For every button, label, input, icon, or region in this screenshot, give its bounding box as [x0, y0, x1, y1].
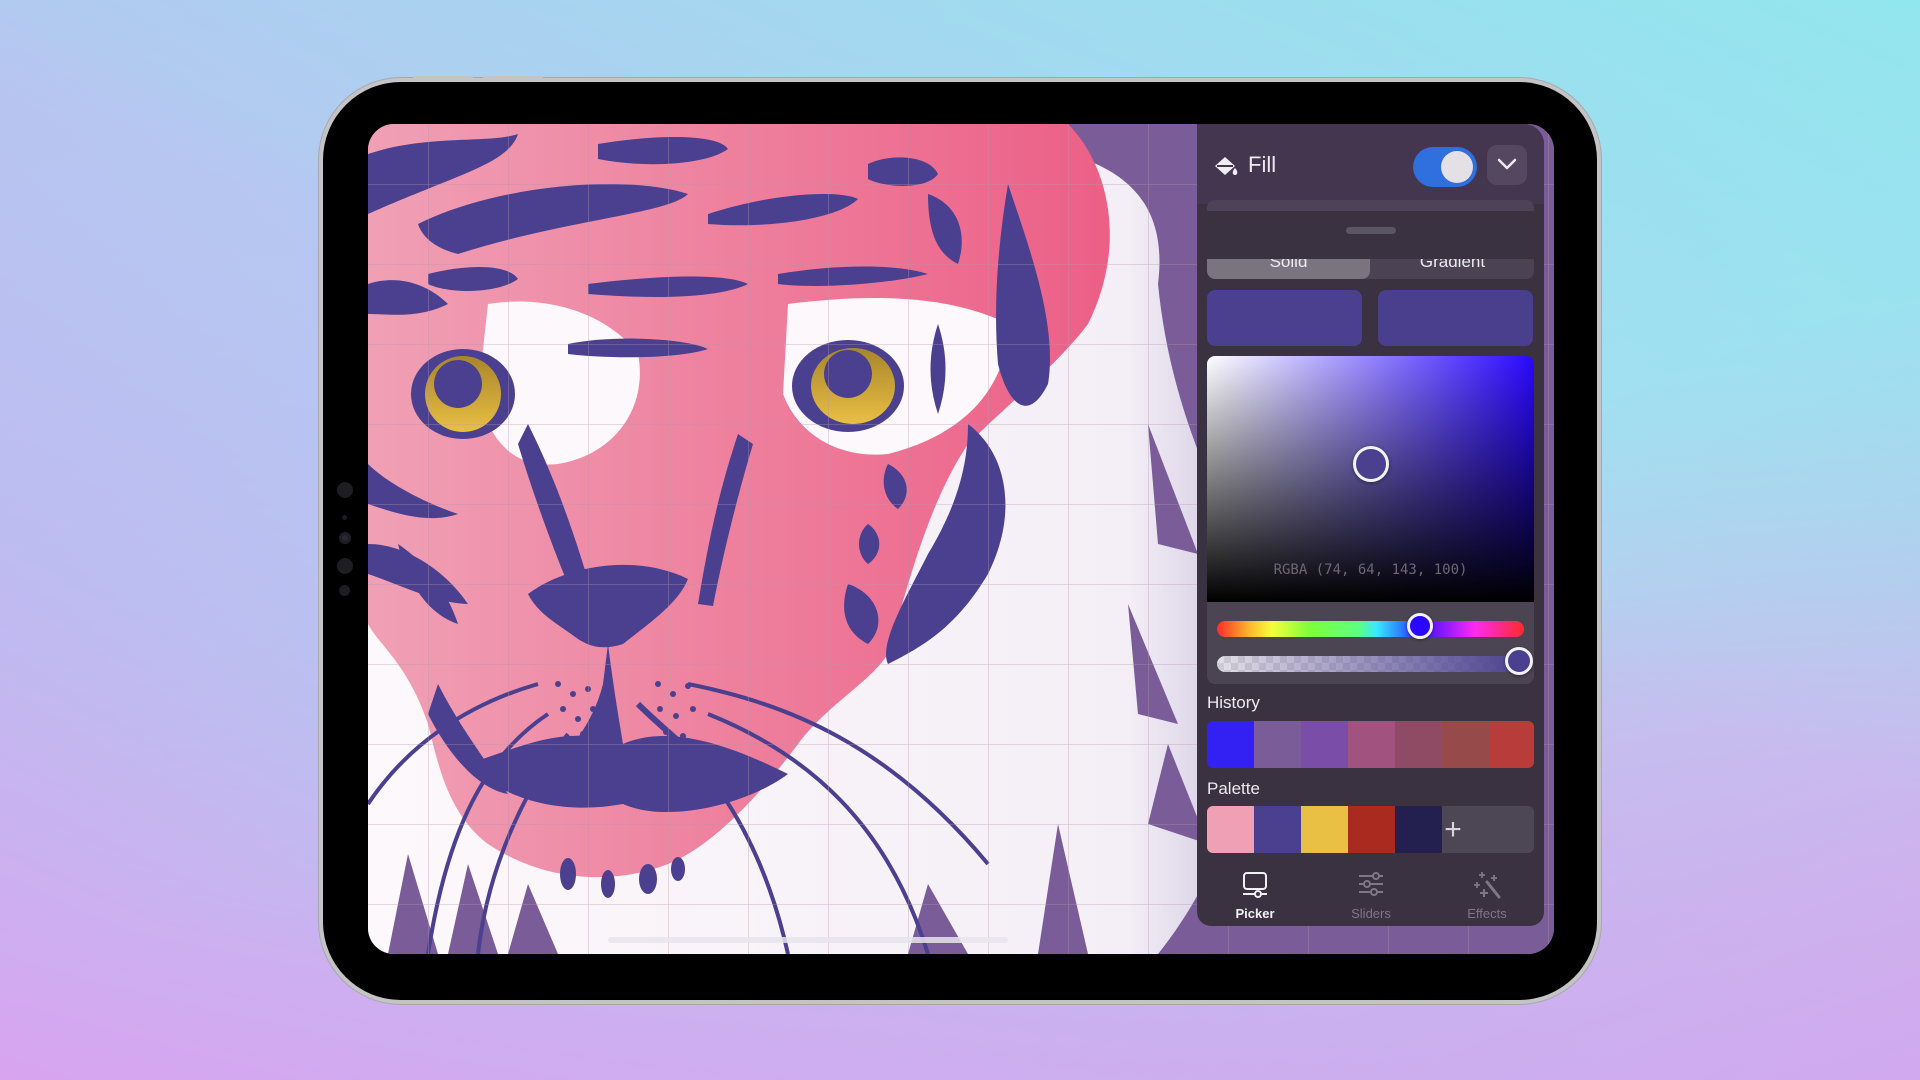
volume-down-button [483, 76, 543, 81]
palette-label: Palette [1207, 779, 1260, 798]
chevron-down-icon [1497, 158, 1517, 170]
palette-swatches: + [1207, 806, 1534, 853]
fill-panel-title: Fill [1248, 152, 1277, 177]
tab-sliders[interactable]: Sliders [1313, 864, 1429, 926]
tab-effects[interactable]: Effects [1429, 864, 1545, 926]
segment-solid[interactable]: Solid [1207, 259, 1370, 279]
history-swatch[interactable] [1301, 721, 1348, 768]
hue-slider[interactable] [1217, 621, 1524, 637]
toggle-knob [1441, 151, 1473, 183]
history-swatch[interactable] [1395, 721, 1442, 768]
palette-swatch[interactable] [1207, 806, 1254, 853]
previous-color-swatch[interactable] [1378, 290, 1533, 346]
ambient-sensor-icon [339, 585, 350, 596]
picker-icon [1243, 872, 1267, 898]
palette-swatch[interactable] [1254, 806, 1301, 853]
tab-effects-label: Effects [1467, 906, 1507, 921]
color-picker-handle[interactable] [1352, 446, 1389, 483]
palette-swatch[interactable] [1395, 806, 1442, 853]
hue-slider-thumb[interactable] [1406, 613, 1433, 639]
history-swatch[interactable] [1442, 721, 1489, 768]
palette-swatch[interactable] [1301, 806, 1348, 853]
panel-bottom-tabs: Picker Sliders Effects [1197, 864, 1544, 926]
camera-sensor-icon [337, 482, 353, 498]
plus-icon: + [1444, 813, 1462, 846]
add-palette-color-button[interactable]: + [1442, 806, 1534, 853]
fill-type-segmented-control: Solid Gradient [1207, 259, 1534, 279]
tab-sliders-label: Sliders [1351, 906, 1391, 921]
tablet-screen: Fill Solid Gradient RGBA (74, 64, 143, 1… [368, 124, 1554, 954]
home-indicator[interactable] [608, 937, 1008, 943]
panel-options-dropdown-button[interactable] [1487, 145, 1527, 185]
sliders-icon [1359, 872, 1383, 896]
saturation-brightness-picker[interactable]: RGBA (74, 64, 143, 100) [1207, 356, 1534, 602]
history-swatch[interactable] [1254, 721, 1301, 768]
tab-picker[interactable]: Picker [1197, 864, 1313, 926]
tab-picker-label: Picker [1235, 906, 1275, 921]
rgba-readout: RGBA (74, 64, 143, 100) [1273, 562, 1468, 578]
palette-swatch[interactable] [1348, 806, 1395, 853]
camera-dot-icon [342, 515, 347, 520]
segment-gradient[interactable]: Gradient [1371, 259, 1534, 279]
slider-box [1207, 602, 1534, 684]
paint-bucket-icon [1215, 157, 1238, 175]
history-swatch[interactable] [1489, 721, 1534, 768]
history-swatch[interactable] [1207, 721, 1254, 768]
camera-flash-icon [337, 558, 353, 574]
magic-wand-icon [1474, 872, 1501, 899]
segment-gradient-label: Gradient [1419, 259, 1486, 271]
history-swatches [1207, 721, 1534, 768]
fill-panel: Fill Solid Gradient RGBA (74, 64, 143, 1… [1197, 124, 1544, 926]
fill-panel-header: Fill [1197, 124, 1544, 204]
opacity-slider-thumb[interactable] [1505, 647, 1533, 675]
fill-toggle[interactable] [1413, 147, 1477, 187]
segment-solid-label: Solid [1269, 259, 1308, 271]
current-color-swatch[interactable] [1207, 290, 1362, 346]
history-label: History [1207, 693, 1260, 712]
sheet-grabber-handle[interactable] [1346, 227, 1396, 234]
front-camera-icon [339, 532, 351, 544]
sheet-grabber-area[interactable] [1197, 211, 1544, 263]
opacity-slider[interactable] [1217, 656, 1524, 672]
history-swatch[interactable] [1348, 721, 1395, 768]
tablet-device: Fill Solid Gradient RGBA (74, 64, 143, 1… [323, 76, 1597, 1000]
volume-up-button [413, 76, 473, 81]
